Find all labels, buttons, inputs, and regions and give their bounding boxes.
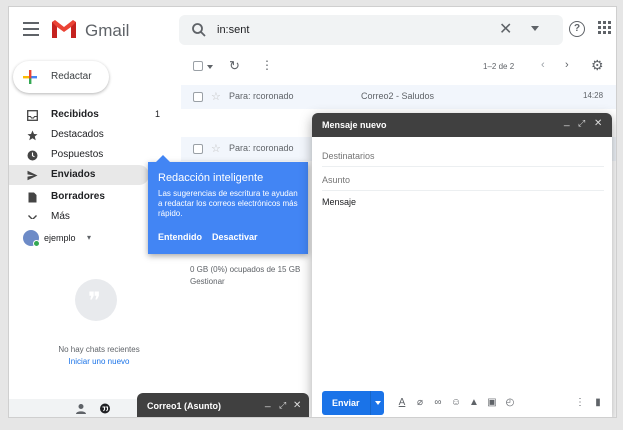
trash-icon[interactable]: ▮	[592, 397, 604, 409]
subject-input[interactable]	[322, 175, 592, 185]
row-checkbox[interactable]	[193, 144, 203, 154]
search-input[interactable]	[217, 22, 457, 38]
select-menu-caret-icon[interactable]	[207, 65, 213, 69]
mail-toolbar: ↻ ⋮ 1–2 de 2 ‹ › ⚙	[181, 55, 616, 79]
message-body[interactable]	[322, 197, 592, 377]
link-icon[interactable]: ∞	[432, 397, 444, 409]
chevron-down-icon	[28, 215, 37, 219]
user-name: ejemplo	[44, 233, 76, 243]
emoji-icon[interactable]: ☺	[450, 397, 462, 409]
refresh-icon[interactable]: ↻	[229, 58, 240, 74]
send-divider	[370, 391, 371, 415]
start-chat-link[interactable]: Iniciar uno nuevo	[49, 357, 149, 366]
mail-time: 14:28	[583, 91, 604, 100]
attach-icon[interactable]: ⌀	[414, 397, 426, 409]
compose-window: Mensaje nuevo _ ⤢ ✕ Enviar A ⌀ ∞ ☺ ▲ ▣ ◴…	[312, 113, 612, 417]
minimize-icon[interactable]: _	[564, 116, 570, 127]
drive-icon[interactable]: ▲	[468, 397, 480, 409]
app-name: Gmail	[85, 21, 130, 40]
no-chats-text: No hay chats recientes	[58, 345, 140, 354]
search-icon[interactable]	[191, 22, 207, 38]
mail-subject: Correo2 - Saludos	[361, 91, 435, 101]
help-icon[interactable]: ?	[569, 21, 585, 37]
chat-user[interactable]: ejemplo ▾	[23, 230, 143, 248]
compose-header[interactable]: Mensaje nuevo _ ⤢ ✕	[312, 113, 612, 137]
sidebar-item-label: Enviados	[51, 169, 96, 180]
apps-grid-icon[interactable]	[598, 21, 612, 35]
compose-button[interactable]: Redactar	[13, 61, 109, 93]
sidebar-item-label: Pospuestos	[51, 149, 104, 160]
send-label: Enviar	[332, 398, 360, 408]
star-icon	[27, 130, 38, 141]
sidebar-item-more[interactable]: Más	[9, 207, 164, 219]
pagination-text: 1–2 de 2	[483, 62, 515, 71]
sidebar-item-sent[interactable]: Enviados	[9, 165, 149, 185]
inbox-icon	[27, 110, 38, 121]
unread-count: 1	[155, 109, 161, 119]
more-vert-icon[interactable]: ⋮	[261, 58, 273, 72]
send-icon	[27, 170, 38, 181]
image-icon[interactable]: ▣	[486, 397, 498, 409]
tooltip-title: Redacción inteligente	[158, 172, 264, 184]
subject-field	[322, 169, 604, 191]
storage-usage: 0 GB (0%) ocupados de 15 GB	[190, 265, 301, 274]
avatar	[23, 230, 40, 247]
send-options-icon[interactable]	[375, 401, 381, 405]
star-toggle-icon[interactable]: ☆	[211, 90, 221, 103]
minimized-compose-title: Correo1 (Asunto)	[147, 401, 221, 411]
manage-storage-link[interactable]: Gestionar	[190, 277, 225, 286]
text-format-icon[interactable]: A	[396, 397, 408, 409]
chat-placeholder-icon: ❞	[75, 279, 117, 321]
hangouts-icon[interactable]	[99, 403, 111, 415]
expand-icon[interactable]: ⤢	[578, 118, 585, 129]
compose-label: Redactar	[51, 71, 92, 82]
gmail-window: Gmail ✕ ? Redactar Recibidos	[8, 6, 617, 418]
sidebar-item-starred[interactable]: Destacados	[9, 125, 164, 145]
online-status-icon	[33, 240, 40, 247]
sidebar-item-label: Recibidos	[51, 109, 99, 120]
sidebar-item-drafts[interactable]: Borradores	[9, 187, 164, 207]
select-all-checkbox[interactable]	[193, 61, 203, 71]
close-icon[interactable]: ✕	[293, 400, 301, 411]
sidebar-item-label: Más	[51, 211, 70, 219]
search-bar[interactable]: ✕	[179, 15, 563, 45]
expand-icon[interactable]: ⤢	[279, 400, 286, 411]
gmail-logo-icon[interactable]	[51, 19, 77, 39]
search-options-icon[interactable]	[531, 26, 539, 31]
recipients-field	[322, 145, 604, 167]
star-toggle-icon[interactable]: ☆	[211, 142, 221, 155]
row-checkbox[interactable]	[193, 92, 203, 102]
clear-search-icon[interactable]: ✕	[499, 19, 512, 39]
mail-row[interactable]: ☆ Para: rcoronado Correo2 - Saludos 14:2…	[181, 85, 616, 109]
mail-recipient: Para: rcoronado	[229, 91, 294, 101]
user-caret-icon[interactable]: ▾	[87, 233, 91, 242]
sidebar-item-label: Borradores	[51, 191, 105, 202]
prev-page-icon[interactable]: ‹	[541, 59, 545, 71]
person-icon[interactable]	[75, 403, 87, 415]
compose-title: Mensaje nuevo	[322, 120, 387, 130]
mail-recipient: Para: rcoronado	[229, 143, 294, 153]
plus-icon	[23, 70, 37, 84]
main-menu-icon[interactable]	[23, 22, 39, 36]
tooltip-body: Las sugerencias de escritura te ayudan a…	[158, 189, 298, 218]
clock-icon	[27, 150, 38, 161]
tooltip-disable-button[interactable]: Desactivar	[212, 232, 258, 242]
minimized-compose[interactable]: Correo1 (Asunto) _ ⤢ ✕	[137, 393, 309, 417]
settings-gear-icon[interactable]: ⚙	[591, 57, 604, 74]
sidebar-item-inbox[interactable]: Recibidos 1	[9, 105, 164, 125]
confidential-icon[interactable]: ◴	[504, 397, 516, 409]
recipients-input[interactable]	[322, 151, 592, 161]
close-icon[interactable]: ✕	[594, 118, 602, 129]
smart-compose-tooltip: Redacción inteligente Las sugerencias de…	[148, 155, 308, 254]
sidebar-item-snoozed[interactable]: Pospuestos	[9, 145, 164, 165]
minimize-icon[interactable]: _	[265, 397, 271, 408]
next-page-icon[interactable]: ›	[565, 59, 569, 71]
draft-icon	[28, 192, 37, 203]
top-bar: Gmail ✕ ?	[9, 7, 616, 53]
more-options-icon[interactable]: ⋮	[574, 397, 586, 409]
tooltip-arrow	[156, 155, 170, 162]
send-button[interactable]: Enviar	[322, 391, 384, 415]
tooltip-accept-button[interactable]: Entendido	[158, 232, 202, 242]
sidebar-item-label: Destacados	[51, 129, 104, 140]
